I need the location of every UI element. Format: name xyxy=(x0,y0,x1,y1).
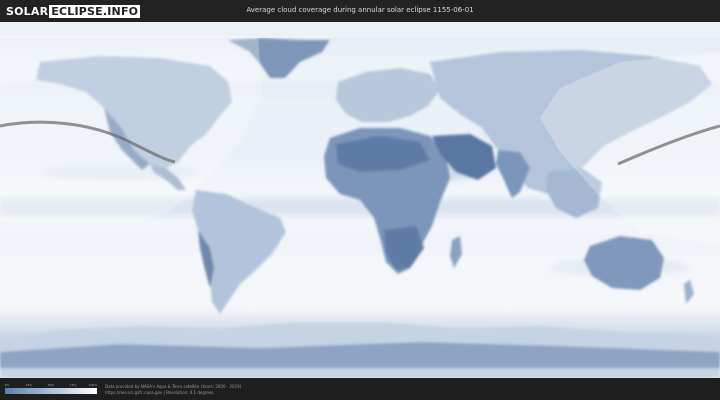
legend-ticks: 0% 25% 50% 75% 100% xyxy=(4,382,98,388)
page: SOLAR ECLIPSE.INFO Average cloud coverag… xyxy=(0,0,720,400)
map-svg xyxy=(0,22,720,378)
legend-tick-0: 0% xyxy=(4,383,10,387)
logo-word-solar: SOLAR xyxy=(6,4,49,18)
logo-word-eclipse-info: ECLIPSE.INFO xyxy=(49,4,141,18)
legend-color-bar xyxy=(5,388,97,394)
header-bar: SOLAR ECLIPSE.INFO Average cloud coverag… xyxy=(0,0,720,22)
cloud-coverage-map xyxy=(0,22,720,378)
legend-tick-50: 50% xyxy=(47,383,55,387)
site-logo[interactable]: SOLAR ECLIPSE.INFO xyxy=(6,4,141,18)
footer-bar: 0% 25% 50% 75% 100% Data provided by NAS… xyxy=(0,378,720,400)
data-credits: Data provided by NASA's Aqua & Terra sat… xyxy=(105,384,241,396)
legend-tick-75: 75% xyxy=(69,383,77,387)
cloud-coverage-legend: 0% 25% 50% 75% 100% xyxy=(5,382,97,394)
legend-tick-25: 25% xyxy=(25,383,33,387)
arctic-cloud xyxy=(0,22,720,38)
legend-tick-100: 100% xyxy=(88,383,98,387)
credits-link[interactable]: https://neo.sci.gsfc.nasa.gov | Resoluti… xyxy=(105,390,241,396)
map-title: Average cloud coverage during annular so… xyxy=(246,6,474,14)
